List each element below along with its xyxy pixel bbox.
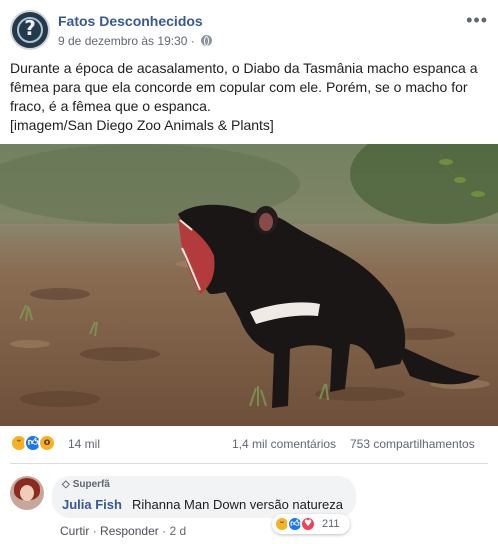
divider bbox=[10, 463, 488, 464]
badge-label: Superfã bbox=[72, 479, 110, 490]
comment-reaction-count: 211 bbox=[322, 518, 340, 530]
comment-like-button[interactable]: Curtir bbox=[60, 524, 89, 538]
post-header: ? Fatos Desconhecidos 9 de dezembro às 1… bbox=[10, 10, 488, 52]
commenter-avatar[interactable] bbox=[10, 476, 44, 510]
more-options-icon[interactable]: ••• bbox=[466, 10, 488, 31]
meta-separator: · bbox=[190, 34, 195, 48]
post-text-line: fraco, é a fêmea que o espanca. bbox=[10, 98, 211, 114]
comment-time[interactable]: 2 d bbox=[169, 524, 186, 538]
comment-reactions[interactable]: ᵕ 👍︎ ♥ 211 bbox=[272, 514, 350, 534]
post-text: Durante a época de acasalamento, o Diabo… bbox=[10, 59, 488, 135]
action-separator: · bbox=[92, 524, 97, 538]
comment: ◇ Superfã Julia Fish Rihanna Man Down ver… bbox=[10, 476, 488, 542]
comment-author-link[interactable]: Julia Fish bbox=[62, 497, 122, 512]
post-text-line: fêmea para que ela concorde em copular c… bbox=[10, 79, 468, 95]
comment-text: Rihanna Man Down versão natureza bbox=[132, 497, 344, 512]
shares-count[interactable]: 753 compartilhamentos bbox=[350, 437, 475, 451]
question-mark-icon: ? bbox=[24, 16, 36, 40]
love-icon: ♥ bbox=[300, 516, 316, 532]
globe-icon bbox=[201, 35, 213, 46]
comment-bubble: ◇ Superfã Julia Fish Rihanna Man Down ver… bbox=[52, 476, 356, 518]
page-avatar[interactable]: ? bbox=[10, 10, 50, 50]
comment-reply-button[interactable]: Responder bbox=[100, 524, 159, 538]
tasmanian-devil-image bbox=[0, 144, 498, 426]
reaction-count[interactable]: 14 mil bbox=[68, 437, 100, 451]
post-photo[interactable] bbox=[0, 144, 498, 426]
page-name-link[interactable]: Fatos Desconhecidos bbox=[58, 13, 203, 29]
superfan-badge: ◇ Superfã bbox=[62, 479, 110, 490]
comment-actions: Curtir · Responder · 2 d bbox=[60, 524, 186, 538]
reactions-bar: ᵕ 👍︎ o 14 mil 1,4 mil comentários 753 co… bbox=[10, 434, 488, 454]
post-meta: 9 de dezembro às 19:30 · bbox=[58, 34, 213, 48]
wow-icon: o bbox=[38, 434, 56, 452]
diamond-icon: ◇ bbox=[62, 479, 70, 490]
avatar-face bbox=[20, 485, 34, 501]
post-text-line: Durante a época de acasalamento, o Diabo… bbox=[10, 60, 478, 76]
post-timestamp[interactable]: 9 de dezembro às 19:30 bbox=[58, 34, 187, 48]
comments-count[interactable]: 1,4 mil comentários bbox=[232, 437, 336, 451]
post-text-line: [imagem/San Diego Zoo Animals & Plants] bbox=[10, 117, 274, 133]
action-separator: · bbox=[162, 524, 167, 538]
